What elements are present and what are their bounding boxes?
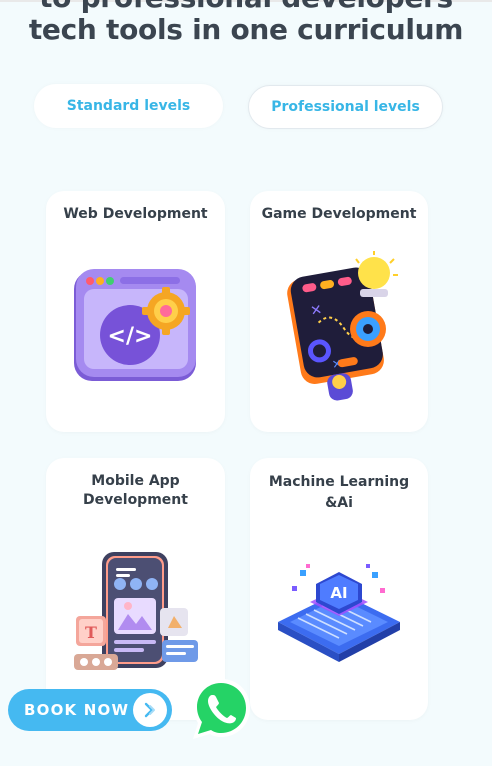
- svg-text:T: T: [85, 623, 97, 642]
- course-title: Web Development: [63, 206, 208, 222]
- section-heading: to professional developers tech tools in…: [0, 0, 492, 46]
- chevron-right-icon: [133, 693, 167, 727]
- tab-standard-levels[interactable]: Standard levels: [34, 84, 223, 128]
- tab-professional-levels[interactable]: Professional levels: [248, 85, 443, 129]
- course-title-line-2: Development: [83, 492, 188, 508]
- course-title-line-1: Mobile App: [91, 473, 180, 489]
- heading-line-1: to professional developers: [0, 0, 492, 14]
- book-now-button[interactable]: BOOK NOW: [8, 689, 172, 731]
- course-card-web-development[interactable]: Web Development </>: [46, 191, 225, 432]
- course-card-game-development[interactable]: Game Development ✕ ✕: [250, 191, 428, 432]
- course-title-line-1: Machine Learning: [268, 474, 410, 490]
- book-now-label: BOOK NOW: [24, 701, 130, 719]
- heading-line-2: tech tools in one curriculum: [28, 13, 464, 46]
- course-card-machine-learning-ai[interactable]: Machine Learning &Ai AI: [250, 458, 428, 720]
- course-title-line-2: &Ai: [325, 495, 353, 511]
- mobile-phone-apps-icon: T: [74, 552, 198, 670]
- game-controller-icon: ✕ ✕: [287, 251, 398, 401]
- ai-chip-icon: AI: [278, 564, 400, 662]
- web-browser-code-icon: </>: [74, 269, 196, 381]
- whatsapp-icon[interactable]: [188, 676, 254, 742]
- svg-text:</>: </>: [108, 324, 153, 349]
- svg-text:AI: AI: [330, 584, 347, 602]
- course-title: Game Development: [261, 206, 417, 222]
